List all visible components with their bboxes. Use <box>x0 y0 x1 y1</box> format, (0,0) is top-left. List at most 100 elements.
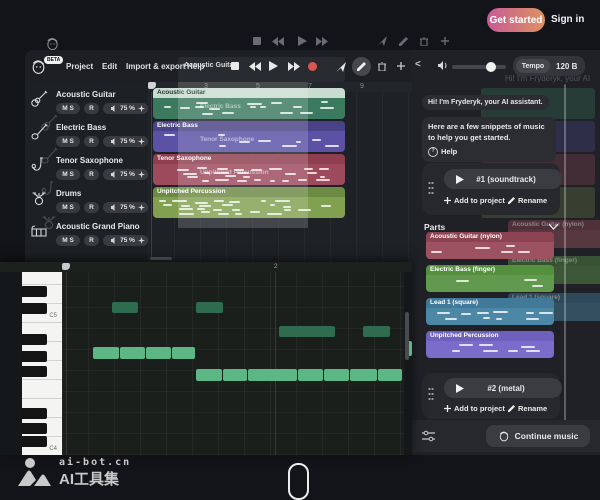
piano-roll-note[interactable] <box>378 369 402 381</box>
piano-roll-grid[interactable] <box>62 272 404 455</box>
piano-black-key[interactable] <box>22 436 47 447</box>
ai-sparkle-button[interactable] <box>135 202 148 213</box>
rename-button[interactable]: Rename <box>508 404 547 413</box>
part-card-unpitched-percussion[interactable]: Unpitched Percussion <box>426 331 554 358</box>
piano-roll-note[interactable] <box>279 326 335 337</box>
mute-solo-button[interactable]: M S <box>56 202 80 213</box>
play-icon[interactable] <box>297 36 307 46</box>
help-link[interactable]: ? Help <box>428 147 550 158</box>
piano-roll-note[interactable] <box>223 369 247 381</box>
ai-sparkle-button[interactable] <box>135 235 148 246</box>
record-arm-button[interactable]: R <box>84 103 99 114</box>
stop-icon[interactable] <box>252 36 262 46</box>
rewind-icon[interactable] <box>272 36 284 46</box>
piano-roll-note[interactable] <box>146 347 171 359</box>
drag-handle-icon[interactable] <box>428 387 434 401</box>
continue-music-button[interactable]: Continue music <box>486 425 590 447</box>
piano-roll-v-scrollbar[interactable] <box>405 312 409 360</box>
tempo-value[interactable]: 120 B <box>556 62 577 71</box>
fast-forward-icon[interactable] <box>288 62 300 71</box>
rewind-icon[interactable] <box>249 62 261 71</box>
record-arm-button[interactable]: R <box>84 202 99 213</box>
snippet-card-2: #2 (metal) Add to project Rename <box>422 373 560 419</box>
record-icon[interactable] <box>308 62 317 71</box>
piano-roll-note[interactable] <box>363 326 390 337</box>
playhead-marker[interactable] <box>62 263 70 270</box>
rename-button[interactable]: Rename <box>508 196 547 205</box>
track-row[interactable]: Acoustic Guitar M S R 75 % <box>25 88 148 121</box>
piano-black-key[interactable] <box>22 366 47 377</box>
piano-roll-note[interactable] <box>324 369 349 381</box>
record-arm-button[interactable]: R <box>84 235 99 246</box>
piano-roll-note[interactable] <box>298 369 323 381</box>
sign-in-button[interactable]: Sign in <box>551 14 584 25</box>
plus-icon[interactable] <box>440 36 450 46</box>
track-row[interactable]: Tenor Saxophone M S R 75 % <box>25 154 148 187</box>
record-arm-button[interactable]: R <box>84 136 99 147</box>
part-card-electric-bass-finger[interactable]: Electric Bass (finger) <box>426 265 554 292</box>
tempo-label[interactable]: Tempo <box>516 59 550 73</box>
pin-icon[interactable] <box>377 36 387 46</box>
add-to-project-button[interactable]: Add to project <box>444 196 505 205</box>
piano-roll-note[interactable] <box>112 302 138 313</box>
track-row[interactable]: Drums M S R 75 % <box>25 187 148 220</box>
piano-roll-note[interactable] <box>196 369 222 381</box>
cut-icon[interactable]: < <box>415 59 421 70</box>
pencil-tool-button[interactable] <box>352 57 371 76</box>
get-started-button[interactable]: Get started <box>487 8 545 32</box>
track-row[interactable]: Acoustic Grand Piano M S R 75 % <box>25 220 148 253</box>
part-card-acoustic-guitar-nylon[interactable]: Acoustic Guitar (nylon) <box>426 232 554 259</box>
mute-solo-button[interactable]: M S <box>56 136 80 147</box>
timeline-h-scrollbar[interactable] <box>150 257 172 260</box>
pencil-icon[interactable] <box>398 36 408 46</box>
stop-icon[interactable] <box>231 62 239 70</box>
snippet-play-pill[interactable]: #2 (metal) <box>444 378 562 398</box>
plus-icon[interactable] <box>397 62 405 70</box>
panel-scrollbar[interactable] <box>564 84 566 434</box>
piano-roll-ruler[interactable]: 2 <box>0 262 412 272</box>
ai-sparkle-button[interactable] <box>135 136 148 147</box>
chevron-down-icon[interactable] <box>549 224 558 230</box>
piano-black-key[interactable] <box>22 303 47 314</box>
part-card-lead-1-square[interactable]: Lead 1 (square) <box>426 298 554 325</box>
timeline[interactable]: 3 5 7 9 Acoustic Guitar Electric Bass Te… <box>148 82 412 262</box>
parts-section-toggle[interactable]: Parts <box>424 222 558 232</box>
trash-icon[interactable] <box>419 36 429 46</box>
piano-keyboard[interactable]: C5 C4 <box>22 272 62 455</box>
play-icon[interactable] <box>269 61 278 71</box>
piano-black-key[interactable] <box>22 408 47 419</box>
piano-black-key[interactable] <box>22 334 47 345</box>
midi-dash <box>526 312 534 314</box>
trash-icon[interactable] <box>378 62 386 71</box>
piano-roll-note[interactable] <box>248 369 297 381</box>
mute-solo-button[interactable]: M S <box>56 103 80 114</box>
piano-roll-note[interactable] <box>350 369 377 381</box>
piano-black-key[interactable] <box>22 286 47 297</box>
piano-black-key[interactable] <box>22 351 47 362</box>
mute-solo-button[interactable]: M S <box>56 169 80 180</box>
add-to-project-button[interactable]: Add to project <box>444 404 505 413</box>
ai-sparkle-button[interactable] <box>135 169 148 180</box>
piano-roll-note[interactable] <box>120 347 145 359</box>
track-row[interactable]: Electric Bass M S R 75 % <box>25 121 148 154</box>
midi-dash <box>320 176 325 178</box>
fast-forward-icon[interactable] <box>316 36 328 46</box>
menu-project[interactable]: Project <box>66 62 93 71</box>
mute-solo-button[interactable]: M S <box>56 235 80 246</box>
menu-help[interactable]: Help <box>187 62 204 71</box>
pin-icon[interactable] <box>336 62 346 72</box>
volume-slider-knob[interactable] <box>486 62 496 72</box>
piano-roll-note[interactable] <box>172 347 195 359</box>
snippet-play-pill[interactable]: #1 (soundtrack) <box>444 169 562 189</box>
piano-roll-note[interactable] <box>93 347 119 359</box>
menu-import-export[interactable]: Import & export <box>126 62 186 71</box>
piano-black-key[interactable] <box>22 423 47 434</box>
drag-handle-icon[interactable] <box>428 181 434 195</box>
menu-edit[interactable]: Edit <box>102 62 117 71</box>
ai-sparkle-button[interactable] <box>135 103 148 114</box>
piano-roll-note[interactable] <box>196 302 223 313</box>
record-arm-button[interactable]: R <box>84 169 99 180</box>
speaker-icon[interactable] <box>438 61 448 70</box>
volume-slider[interactable] <box>452 65 506 69</box>
sliders-icon[interactable] <box>422 430 435 442</box>
